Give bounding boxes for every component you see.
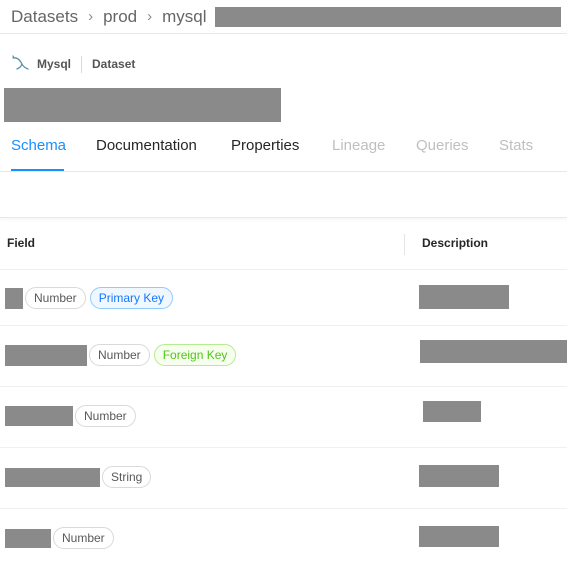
field-cell: Number (5, 405, 136, 427)
description-cell[interactable] (419, 465, 499, 487)
field-name-redacted (5, 406, 73, 426)
breadcrumb-redacted-name (214, 6, 561, 27)
description-cell[interactable] (420, 340, 567, 363)
schema-table-header: Field Description (0, 219, 567, 270)
chevron-right-icon: › (147, 8, 153, 25)
type-badge: String (102, 466, 152, 488)
tab-schema[interactable]: Schema (11, 137, 66, 154)
platform-divider (81, 55, 83, 73)
description-redacted (419, 465, 499, 487)
type-badge: Number (89, 344, 150, 366)
tab-stats[interactable]: Stats (499, 137, 533, 154)
type-badge: Number (53, 527, 114, 549)
field-name-redacted (5, 287, 23, 309)
field-cell: Number Primary Key (5, 287, 174, 309)
breadcrumb-mysql[interactable]: mysql (162, 7, 206, 27)
description-cell[interactable] (423, 401, 481, 422)
tab-queries[interactable]: Queries (416, 137, 469, 154)
breadcrumb: Datasets › prod › mysql (0, 0, 567, 34)
tab-lineage[interactable]: Lineage (332, 137, 385, 154)
description-cell[interactable] (419, 526, 499, 547)
description-cell[interactable] (419, 285, 509, 309)
field-name-redacted (5, 528, 51, 548)
column-divider (404, 234, 405, 255)
breadcrumb-prod[interactable]: prod (103, 7, 137, 27)
table-row[interactable]: Number (0, 387, 567, 448)
table-row[interactable]: Number Foreign Key (0, 326, 567, 387)
field-name-redacted (5, 344, 87, 366)
type-badge: Number (25, 287, 86, 309)
description-redacted (419, 526, 499, 547)
column-header-field[interactable]: Field (7, 236, 35, 250)
foreign-key-badge: Foreign Key (153, 344, 237, 366)
primary-key-badge: Primary Key (89, 287, 174, 309)
tab-documentation[interactable]: Documentation (96, 137, 197, 154)
entity-type: Dataset (92, 57, 136, 71)
entity-title-redacted (4, 88, 281, 122)
table-row[interactable]: String (0, 448, 567, 509)
tab-properties[interactable]: Properties (231, 137, 299, 154)
table-row[interactable]: Number (0, 509, 567, 567)
description-redacted (420, 340, 567, 363)
active-tab-indicator (11, 169, 64, 171)
breadcrumb-datasets[interactable]: Datasets (11, 7, 78, 27)
table-row[interactable]: Number Primary Key (0, 270, 567, 326)
field-name-redacted (5, 467, 100, 487)
field-cell: String (5, 466, 152, 488)
chevron-right-icon: › (88, 8, 94, 25)
schema-toolbar (0, 172, 567, 218)
column-header-description[interactable]: Description (422, 236, 488, 250)
field-cell: Number (5, 527, 114, 549)
platform-name: Mysql (37, 57, 72, 71)
entity-tabs: Schema Documentation Properties Lineage … (0, 124, 567, 172)
mysql-dolphin-icon (12, 55, 29, 70)
description-redacted (419, 285, 509, 309)
field-cell: Number Foreign Key (5, 344, 237, 366)
type-badge: Number (75, 405, 136, 427)
description-redacted (423, 401, 481, 422)
entity-platform-row: Mysql Dataset (11, 55, 135, 73)
